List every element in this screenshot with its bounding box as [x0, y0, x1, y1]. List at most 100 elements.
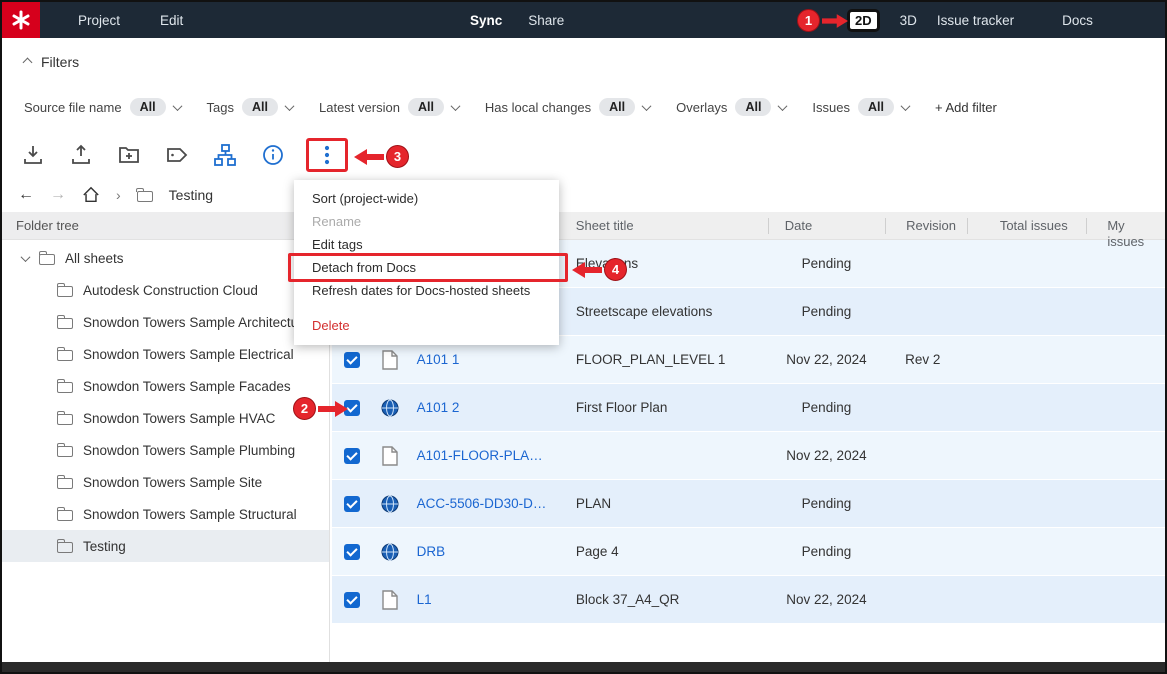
menu-edit[interactable]: Edit [160, 13, 183, 28]
docs-button[interactable]: Docs [1062, 13, 1093, 28]
menu-item-refresh-dates[interactable]: Refresh dates for Docs-hosted sheets [294, 279, 559, 302]
sheet-number-link[interactable]: DRB [417, 544, 446, 559]
arrow-left-icon [572, 261, 602, 279]
column-my-issues[interactable]: My issues [1086, 218, 1165, 234]
chevron-down-icon[interactable] [901, 101, 911, 111]
row-checkbox[interactable] [344, 592, 360, 608]
breadcrumb-current-folder[interactable]: Testing [169, 187, 213, 203]
chevron-down-icon[interactable] [778, 101, 788, 111]
row-checkbox[interactable] [344, 544, 360, 560]
column-sheet-title[interactable]: Sheet title [557, 218, 768, 234]
new-folder-icon [117, 143, 141, 167]
annotation-callout-4: 4 [572, 258, 627, 281]
filter-source-file-name[interactable]: Source file name All [24, 98, 181, 116]
sheet-number-link[interactable]: L1 [417, 592, 432, 607]
forward-button[interactable]: → [50, 186, 66, 204]
column-date[interactable]: Date [768, 218, 885, 234]
sheet-revision-cell: Rev 2 [885, 352, 967, 367]
filter-tags[interactable]: Tags All [207, 98, 293, 116]
issue-tracker-button[interactable]: Issue tracker [937, 13, 1014, 28]
folder-icon [57, 478, 73, 489]
filter-value-pill[interactable]: All [408, 98, 444, 116]
sheet-date-cell: Pending [768, 304, 885, 319]
filter-issues[interactable]: Issues All [812, 98, 909, 116]
row-checkbox[interactable] [344, 496, 360, 512]
upload-button[interactable] [66, 140, 96, 170]
filter-value-pill[interactable]: All [735, 98, 771, 116]
table-row[interactable]: ACC-5506-DD30-D… PLAN Pending [332, 480, 1165, 528]
tree-item[interactable]: Snowdon Towers Sample Structural [2, 498, 329, 530]
chevron-down-icon[interactable] [450, 101, 460, 111]
add-filter-button[interactable]: + Add filter [935, 100, 997, 115]
tag-button[interactable] [162, 140, 192, 170]
back-button[interactable]: ← [18, 186, 34, 204]
annotation-number: 2 [293, 397, 316, 420]
tree-item-testing-selected[interactable]: Testing [2, 530, 329, 562]
tree-item[interactable]: Snowdon Towers Sample Facades [2, 370, 329, 402]
sheet-number-link[interactable]: A101 1 [417, 352, 460, 367]
sheet-file-icon [382, 350, 398, 370]
sheets-toolbar [18, 138, 348, 172]
row-checkbox[interactable] [344, 448, 360, 464]
expander-chevron-icon[interactable] [21, 252, 31, 262]
sheet-title-cell: Streetscape elevations [557, 304, 768, 319]
menu-item-detach-from-docs[interactable]: Detach from Docs [294, 256, 559, 279]
kebab-menu-icon [315, 143, 339, 167]
home-icon[interactable] [82, 186, 100, 204]
more-options-button[interactable] [315, 143, 339, 167]
filter-value-pill[interactable]: All [130, 98, 166, 116]
column-total-issues[interactable]: Total issues [967, 218, 1087, 234]
sheet-number-link[interactable]: A101 2 [417, 400, 460, 415]
column-revision[interactable]: Revision [885, 218, 967, 234]
chevron-down-icon[interactable] [642, 101, 652, 111]
chevron-down-icon[interactable] [172, 101, 182, 111]
annotation-number: 4 [604, 258, 627, 281]
filter-value-pill[interactable]: All [599, 98, 635, 116]
tree-item[interactable]: Snowdon Towers Sample Electrical [2, 338, 329, 370]
sync-button[interactable]: Sync [470, 13, 502, 28]
tree-item[interactable]: Autodesk Construction Cloud [2, 274, 329, 306]
new-folder-button[interactable] [114, 140, 144, 170]
download-button[interactable] [18, 140, 48, 170]
tree-item-label: Snowdon Towers Sample Site [83, 475, 262, 490]
filters-collapse-toggle[interactable]: Filters [24, 54, 79, 70]
sheet-number-link[interactable]: ACC-5506-DD30-D… [417, 496, 547, 511]
filter-value-pill[interactable]: All [858, 98, 894, 116]
menu-project[interactable]: Project [78, 13, 120, 28]
sheet-date-cell: Nov 22, 2024 [768, 448, 885, 463]
sheet-title-cell: First Floor Plan [557, 400, 768, 415]
menu-item-sort[interactable]: Sort (project-wide) [294, 187, 559, 210]
sheet-file-icon [382, 590, 398, 610]
info-button[interactable] [258, 140, 288, 170]
filter-value-pill[interactable]: All [242, 98, 278, 116]
hierarchy-view-button[interactable] [210, 140, 240, 170]
view-3d-button[interactable]: 3D [900, 13, 917, 28]
app-logo-icon[interactable] [2, 2, 40, 38]
table-row[interactable]: A101-FLOOR-PLA… Nov 22, 2024 [332, 432, 1165, 480]
share-button[interactable]: Share [528, 13, 564, 28]
arrow-left-icon [354, 148, 384, 166]
top-bar: Project Edit Sync Share 2D 3D Issue trac… [2, 2, 1165, 38]
table-row[interactable]: DRB Page 4 Pending [332, 528, 1165, 576]
filter-overlays[interactable]: Overlays All [676, 98, 786, 116]
filter-has-local-changes[interactable]: Has local changes All [485, 98, 650, 116]
table-row[interactable]: A101 2 First Floor Plan Pending [332, 384, 1165, 432]
tree-item[interactable]: Snowdon Towers Sample Site [2, 466, 329, 498]
tree-item[interactable]: Snowdon Towers Sample Architectural [2, 306, 329, 338]
view-2d-button[interactable]: 2D [847, 9, 880, 32]
row-checkbox[interactable] [344, 352, 360, 368]
tree-item[interactable]: Snowdon Towers Sample Plumbing [2, 434, 329, 466]
filter-latest-version[interactable]: Latest version All [319, 98, 459, 116]
table-row[interactable]: L1 Block 37_A4_QR Nov 22, 2024 [332, 576, 1165, 624]
folder-icon [57, 382, 73, 393]
folder-tree-panel: Folder tree All sheets Autodesk Construc… [2, 212, 330, 662]
menu-item-delete[interactable]: Delete [294, 314, 559, 337]
tree-item-all-sheets[interactable]: All sheets [2, 242, 329, 274]
sheet-number-link[interactable]: A101-FLOOR-PLA… [417, 448, 543, 463]
annotation-callout-3: 3 [354, 145, 409, 168]
tree-item[interactable]: Snowdon Towers Sample HVAC [2, 402, 329, 434]
chevron-down-icon[interactable] [285, 101, 295, 111]
annotation-callout-1: 1 [797, 9, 848, 32]
menu-item-edit-tags[interactable]: Edit tags [294, 233, 559, 256]
annotation-number: 3 [386, 145, 409, 168]
